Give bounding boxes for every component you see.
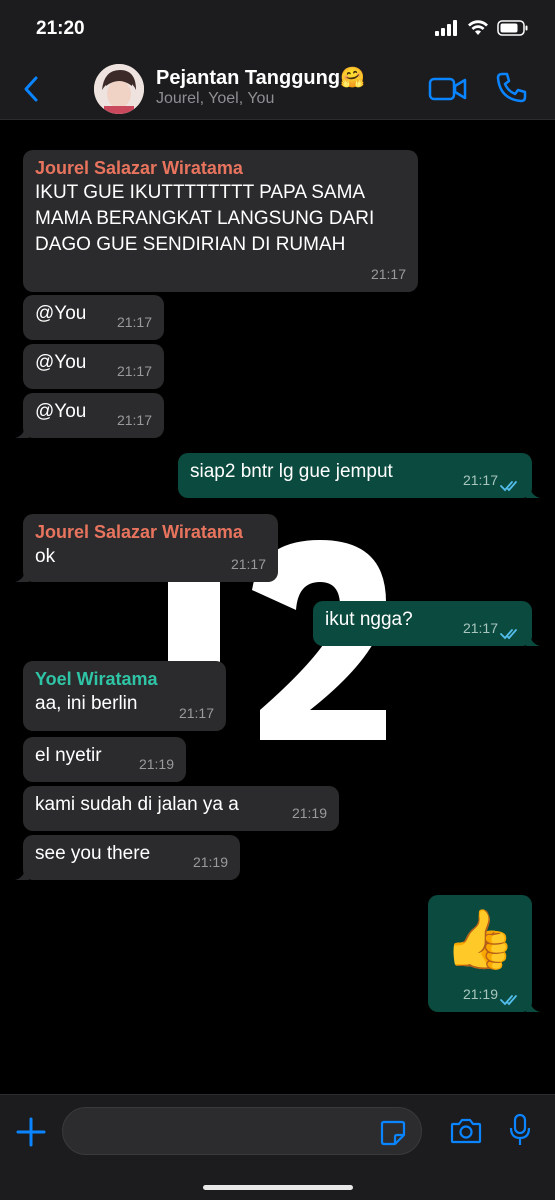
message-bubble[interactable]: see you there 21:19 xyxy=(15,835,240,880)
chat-title[interactable]: Pejantan Tanggung🤗 xyxy=(156,65,365,90)
chat-header: Pejantan Tanggung🤗 Jourel, Yoel, You xyxy=(0,58,555,120)
message-bubble-outgoing[interactable]: siap2 bntr lg gue jemput 21:17 xyxy=(178,453,540,498)
message-time: 21:19 xyxy=(192,854,228,870)
message-time: 21:17 xyxy=(116,363,152,379)
sticker-icon[interactable] xyxy=(380,1120,406,1146)
battery-icon xyxy=(497,20,528,36)
camera-icon[interactable] xyxy=(450,1117,482,1145)
message-time: 21:17 xyxy=(116,314,152,330)
message-time: 21:19 xyxy=(462,986,498,1002)
message-time: 21:19 xyxy=(138,756,174,772)
message-bubble[interactable]: el nyetir 21:19 xyxy=(23,737,186,782)
message-text: IKUT GUE IKUTTTTTTTT PAPA SAMA MAMA BERA… xyxy=(35,182,375,255)
message-time: 21:17 xyxy=(462,620,498,636)
status-icons xyxy=(435,20,529,36)
wifi-icon xyxy=(468,20,488,35)
bubble-tail xyxy=(526,488,540,498)
attach-plus-icon[interactable] xyxy=(16,1117,46,1147)
sender-name: Jourel Salazar Wiratama xyxy=(35,522,243,542)
thumbs-up-emoji: 👍 xyxy=(443,907,517,972)
message-bubble[interactable]: kami sudah di jalan ya a 21:19 xyxy=(23,786,339,831)
status-time: 21:20 xyxy=(36,18,85,39)
message-list[interactable]: Jourel Salazar Wiratama IKUT GUE IKUTTTT… xyxy=(0,120,555,1094)
message-time: 21:19 xyxy=(291,805,327,821)
bubble-tail xyxy=(15,870,29,880)
read-receipt-icon xyxy=(500,995,517,1006)
message-bubble[interactable]: @You 21:17 xyxy=(15,393,164,438)
message-bubble[interactable]: @You 21:17 xyxy=(23,344,164,389)
input-bar xyxy=(0,1094,555,1200)
message-time: 21:17 xyxy=(230,556,266,572)
message-bubble-outgoing[interactable]: ikut ngga? 21:17 xyxy=(313,601,540,646)
read-receipt-icon xyxy=(500,481,517,492)
message-bubble-outgoing[interactable]: 👍 21:19 xyxy=(428,895,540,1012)
sender-name: Yoel Wiratama xyxy=(35,669,158,689)
message-time: 21:17 xyxy=(370,266,406,282)
back-button[interactable] xyxy=(18,74,46,104)
bubble-tail xyxy=(526,1002,540,1012)
bubble-tail xyxy=(15,572,29,582)
message-bubble[interactable]: @You 21:17 xyxy=(23,295,164,340)
sender-name: Jourel Salazar Wiratama xyxy=(35,158,243,178)
video-call-icon[interactable] xyxy=(428,75,468,103)
message-time: 21:17 xyxy=(178,705,214,721)
message-time: 21:17 xyxy=(116,412,152,428)
bubble-tail xyxy=(526,636,540,646)
message-input[interactable] xyxy=(62,1107,422,1155)
signal-icon xyxy=(435,20,457,36)
read-receipt-icon xyxy=(500,629,517,640)
home-indicator xyxy=(203,1185,353,1190)
microphone-icon[interactable] xyxy=(508,1113,532,1147)
message-time: 21:17 xyxy=(462,472,498,488)
group-avatar[interactable] xyxy=(94,64,144,114)
message-bubble[interactable]: Yoel Wiratama aa, ini berlin 21:17 xyxy=(23,661,226,731)
message-text: kami sudah di jalan ya a xyxy=(35,794,239,815)
bubble-tail xyxy=(15,428,29,438)
phone-call-icon[interactable] xyxy=(494,71,528,105)
chat-members[interactable]: Jourel, Yoel, You xyxy=(156,90,274,108)
message-bubble[interactable]: Jourel Salazar Wiratama IKUT GUE IKUTTTT… xyxy=(23,150,418,292)
message-bubble[interactable]: Jourel Salazar Wiratama ok 21:17 xyxy=(15,514,278,582)
status-bar: 21:20 xyxy=(0,0,555,58)
